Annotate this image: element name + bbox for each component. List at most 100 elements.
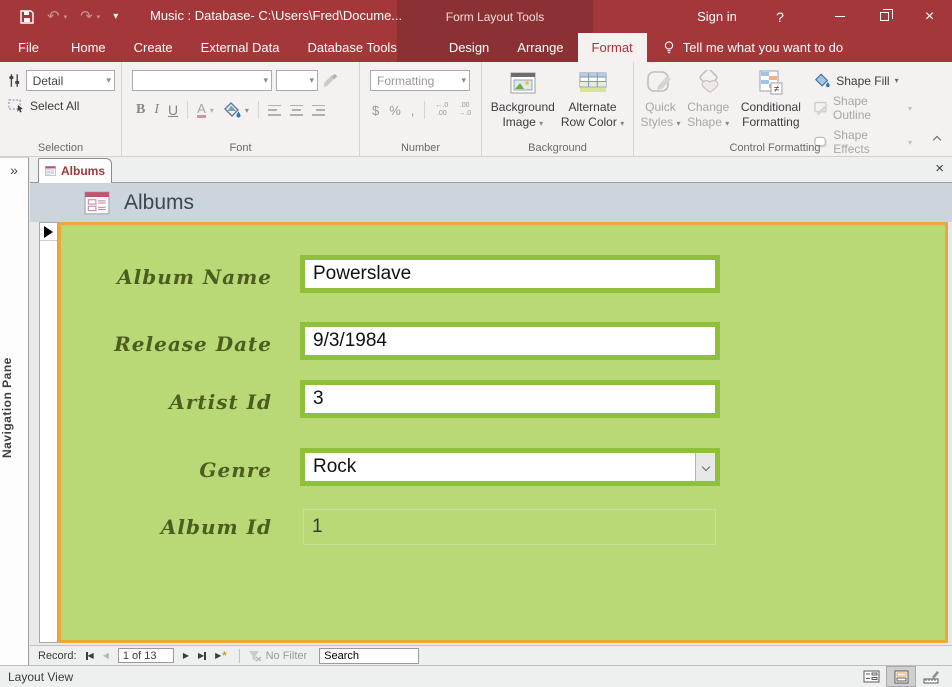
field-label-album-name: Album Name [117, 265, 272, 289]
svg-text:≠: ≠ [774, 84, 780, 95]
bold-button[interactable]: B [136, 102, 145, 118]
chevron-down-icon: ▾ [908, 103, 913, 113]
first-record-button[interactable]: ◀ [85, 651, 94, 660]
next-record-button[interactable]: ▶ [183, 651, 189, 660]
percent-button[interactable]: % [389, 103, 401, 118]
chevron-down-icon: ▾ [725, 119, 730, 128]
currency-button[interactable]: $ [372, 103, 379, 118]
tab-arrange[interactable]: Arrange [503, 33, 577, 62]
redo-dropdown-icon[interactable]: ▾ [97, 13, 101, 21]
font-color-button[interactable]: A [197, 102, 206, 118]
tab-external-data[interactable]: External Data [187, 33, 294, 62]
tab-create[interactable]: Create [120, 33, 187, 62]
undo-icon[interactable]: ↶ [47, 9, 60, 24]
triangle-right-icon: ▶ [215, 651, 222, 660]
window-title: Music : Database- C:\Users\Fred\Docume..… [150, 8, 403, 23]
select-all-label: Select All [30, 99, 80, 113]
release-date-value: 9/3/1984 [313, 330, 387, 351]
restore-button[interactable] [862, 0, 907, 33]
genre-combo-field[interactable]: Rock [300, 448, 720, 486]
alternate-row-color-icon [579, 72, 607, 92]
album-name-field[interactable]: Powerslave [300, 255, 720, 293]
release-date-field[interactable]: 9/3/1984 [300, 322, 720, 360]
last-record-button[interactable]: ▶ [198, 651, 207, 660]
current-record-arrow-icon [44, 226, 53, 238]
form-view-icon [863, 670, 879, 683]
minimize-button[interactable] [817, 0, 862, 33]
comma-button[interactable]: , [411, 103, 415, 118]
album-id-field: 1 [303, 509, 716, 545]
conditional-formatting-icon: ≠ [759, 70, 783, 95]
select-all-button[interactable]: Select All [8, 99, 115, 113]
qat-customize-icon[interactable]: ▾ [113, 11, 118, 22]
close-document-icon[interactable]: × [935, 160, 944, 177]
alternate-row-color-button[interactable]: Alternate Row Color ▾ [561, 67, 624, 142]
increase-decimals-icon[interactable]: ←.0.00 [435, 102, 448, 119]
chevron-down-icon: ▾ [461, 75, 466, 85]
tell-me-box[interactable]: Tell me what you want to do [663, 33, 843, 62]
tab-file[interactable]: File [0, 33, 57, 62]
shape-outline-button[interactable]: Shape Outline ▾ [814, 94, 912, 122]
design-view-button[interactable] [916, 666, 946, 687]
conditional-formatting-button[interactable]: ≠ Conditional Formatting [735, 67, 806, 142]
previous-record-button[interactable]: ◀ [103, 651, 109, 660]
align-center-icon[interactable] [289, 104, 303, 116]
navigation-pane-collapsed[interactable]: » Navigation Pane [0, 157, 29, 665]
ribbon-group-control-formatting: Quick Styles ▾ Change Shape ▾ ≠ Conditiona… [634, 62, 916, 156]
font-name-combo[interactable]: ▾ [132, 70, 272, 91]
quick-styles-icon [647, 71, 672, 92]
field-label-release-date: Release Date [114, 332, 272, 356]
group-label-number: Number [400, 142, 441, 154]
chevron-down-icon[interactable]: ▾ [245, 106, 249, 115]
align-left-icon[interactable] [267, 104, 281, 116]
form-header: Albums [30, 183, 952, 222]
sign-in-button[interactable]: Sign in [687, 0, 747, 33]
underline-button[interactable]: U [168, 102, 178, 118]
background-image-button[interactable]: Background Image ▾ [491, 67, 555, 142]
close-button[interactable]: × [907, 0, 952, 33]
quick-styles-button[interactable]: Quick Styles ▾ [640, 67, 681, 142]
redo-icon[interactable]: ↷ [80, 9, 93, 24]
change-shape-button[interactable]: Change Shape ▾ [685, 67, 732, 142]
fill-color-icon[interactable] [223, 102, 242, 118]
new-record-star-icon: * [222, 649, 227, 662]
align-right-icon[interactable] [311, 104, 325, 116]
record-position-box[interactable]: 1 of 13 [117, 648, 174, 663]
decrease-decimals-icon[interactable]: .00 →.0 [458, 102, 471, 119]
tab-albums-label: Albums [60, 164, 105, 178]
artist-id-field[interactable]: 3 [300, 380, 720, 418]
access-window: Form Layout Tools ↶ ▾ ↷ ▾ ▾ Music : Data… [0, 0, 952, 687]
number-format-value: Formatting [377, 73, 435, 88]
undo-dropdown-icon[interactable]: ▾ [64, 13, 68, 21]
genre-dropdown-button[interactable] [695, 453, 715, 481]
no-filter-button[interactable]: No Filter [248, 650, 307, 662]
change-shape-icon [699, 70, 719, 93]
font-size-combo[interactable]: ▾ [276, 70, 318, 91]
record-label: Record: [38, 649, 77, 662]
form-view-button[interactable] [856, 666, 886, 687]
tab-design[interactable]: Design [435, 33, 503, 62]
form-body: Album Name Powerslave Release Date 9/3/1… [30, 222, 952, 645]
help-icon[interactable]: ? [765, 0, 795, 33]
tab-database-tools[interactable]: Database Tools [293, 33, 410, 62]
tab-albums[interactable]: Albums [38, 158, 112, 183]
chevron-down-icon: ▾ [620, 119, 625, 128]
record-selector-column[interactable] [39, 222, 58, 643]
tab-format[interactable]: Format [577, 33, 647, 62]
expand-navigation-pane-icon[interactable]: » [0, 158, 28, 178]
object-combo[interactable]: Detail ▾ [25, 70, 115, 91]
close-icon: × [924, 7, 935, 25]
chevron-down-icon[interactable]: ▾ [210, 106, 214, 115]
search-input[interactable] [319, 647, 420, 664]
shape-fill-button[interactable]: Shape Fill ▾ [814, 73, 912, 88]
layout-view-button[interactable] [886, 666, 916, 687]
tab-home[interactable]: Home [57, 33, 120, 62]
italic-button[interactable]: I [154, 102, 159, 118]
form-detail-section[interactable]: Album Name Powerslave Release Date 9/3/1… [58, 222, 948, 643]
group-label-control-formatting: Control Formatting [729, 142, 821, 154]
number-format-combo[interactable]: Formatting ▾ [370, 70, 470, 91]
new-record-button[interactable]: ▶ * [215, 650, 226, 662]
save-icon[interactable] [20, 9, 34, 24]
format-painter-icon[interactable] [322, 73, 338, 89]
collapse-ribbon-button[interactable] [932, 130, 942, 148]
